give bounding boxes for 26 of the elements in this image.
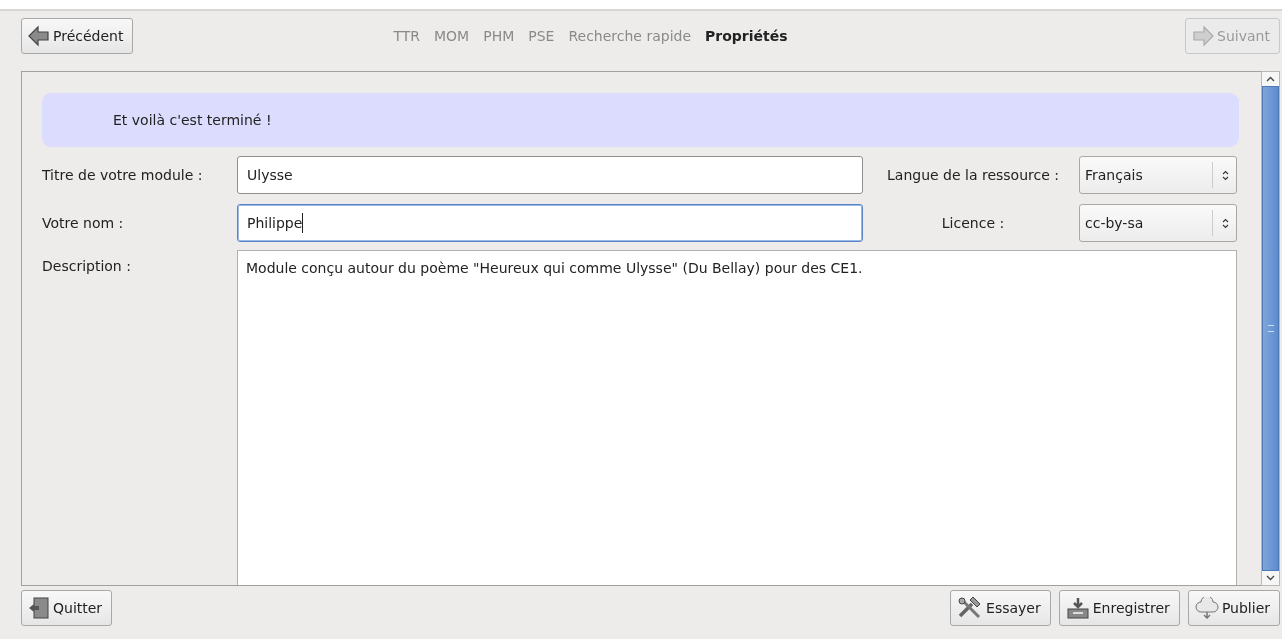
input-field[interactable]: Ulysse (237, 156, 863, 194)
save-button[interactable]: Enregistrer (1058, 590, 1180, 626)
scroll-down-icon[interactable] (1262, 571, 1279, 585)
scroll-up-icon[interactable] (1262, 72, 1279, 86)
field-label: Description : (42, 257, 132, 274)
right-arrow-icon (1192, 25, 1215, 47)
field-label: Titre de votre module : (42, 167, 204, 183)
tray-download-icon (1065, 597, 1090, 619)
publish-button[interactable]: Publier (1187, 590, 1280, 626)
quit-button[interactable]: Quitter (21, 590, 113, 626)
input-field[interactable]: Philippe (237, 204, 863, 242)
field-label: Votre nom : (42, 215, 125, 231)
banner-text: Et voilà c'est terminé ! (113, 112, 272, 128)
dropdown[interactable]: Français (1079, 156, 1237, 194)
field-label: Licence : (940, 215, 1006, 231)
text-area[interactable]: Module conçu autour du poème "Heureux qui comme Ulysse" (Du Bellay) pour des CE1. (237, 250, 1237, 585)
scroll-thumb[interactable] (1262, 86, 1279, 571)
previous-button[interactable]: Précédent (21, 18, 134, 54)
step-tab[interactable]: Propriétés (705, 28, 788, 44)
try-button[interactable]: Essayer (950, 590, 1051, 626)
left-arrow-icon (28, 25, 50, 47)
door-exit-icon (28, 597, 50, 619)
scrollbar[interactable] (1261, 71, 1280, 586)
cloud-icon (1194, 597, 1219, 619)
field-label: Langue de la ressource : (886, 167, 1060, 183)
dropdown[interactable]: cc-by-sa (1079, 204, 1237, 242)
